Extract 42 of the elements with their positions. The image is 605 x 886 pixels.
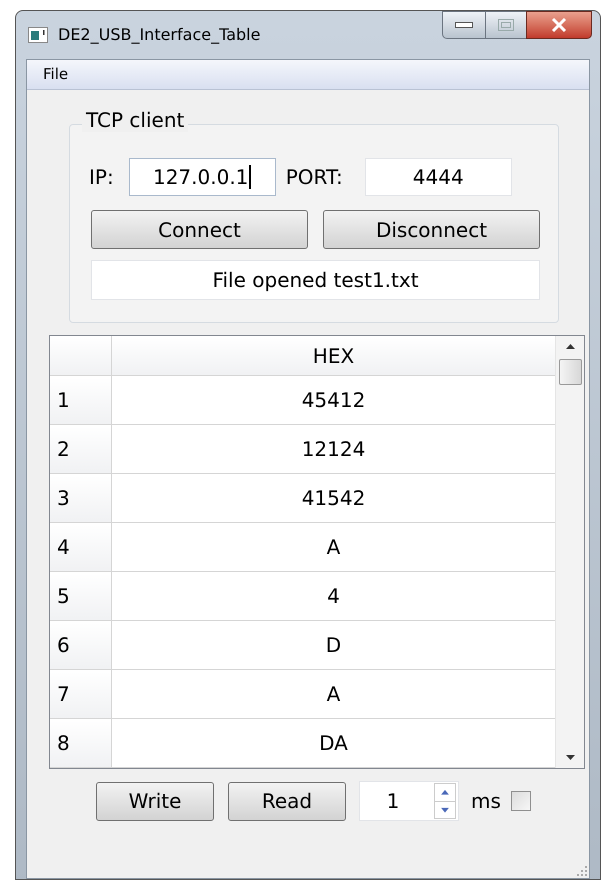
row-header[interactable]: 1	[50, 376, 112, 424]
port-label: PORT:	[286, 164, 343, 191]
scroll-up-icon	[566, 344, 574, 349]
minimize-button[interactable]	[442, 11, 486, 39]
checkbox[interactable]	[510, 791, 531, 811]
table-cell-text: 41542	[300, 485, 366, 512]
table-cell-text: D	[324, 632, 342, 659]
table-cell-text: 45412	[300, 387, 366, 414]
row-header[interactable]: 6	[50, 621, 112, 669]
resize-grip-icon[interactable]	[577, 866, 587, 876]
push-button[interactable]: Read	[228, 782, 346, 820]
minimize-icon	[455, 22, 473, 28]
window-title: DE2_USB_Interface_Table	[58, 24, 260, 46]
scroll-down-icon	[566, 755, 574, 760]
push-button[interactable]: Connect	[91, 210, 308, 249]
close-button[interactable]	[526, 11, 592, 39]
row-header[interactable]: 5	[50, 572, 112, 620]
push-button[interactable]: Disconnect	[323, 210, 540, 249]
row-header[interactable]: 8	[50, 719, 112, 767]
table-cell-text: 12124	[300, 436, 366, 463]
app-icon	[28, 27, 48, 43]
push-button[interactable]: Write	[96, 782, 214, 820]
table-cell-text: A	[326, 681, 342, 708]
ip-label: IP:	[89, 164, 114, 191]
menu-item[interactable]: File	[31, 63, 80, 86]
table-cell-text: 4	[326, 583, 341, 610]
ip-field[interactable]: 127.0.0.1	[128, 158, 276, 196]
row-header[interactable]: 7	[50, 670, 112, 718]
maximize-icon	[498, 19, 514, 31]
close-icon	[551, 18, 567, 32]
port-field[interactable]: 4444	[364, 158, 512, 196]
scrollbar[interactable]	[555, 336, 584, 768]
maximize-button[interactable]	[486, 11, 526, 39]
table-cell-text: A	[326, 534, 342, 561]
scroll-thumb[interactable]	[558, 359, 582, 385]
row-header[interactable]: 3	[50, 474, 112, 522]
row-header[interactable]: 4	[50, 523, 112, 571]
table-cell-text: DA	[318, 730, 349, 757]
row-header[interactable]: 2	[50, 425, 112, 473]
status-field: File opened test1.txt	[91, 260, 540, 300]
interval-spinbox[interactable]: 1	[359, 781, 459, 821]
unit-label: ms	[471, 788, 501, 815]
